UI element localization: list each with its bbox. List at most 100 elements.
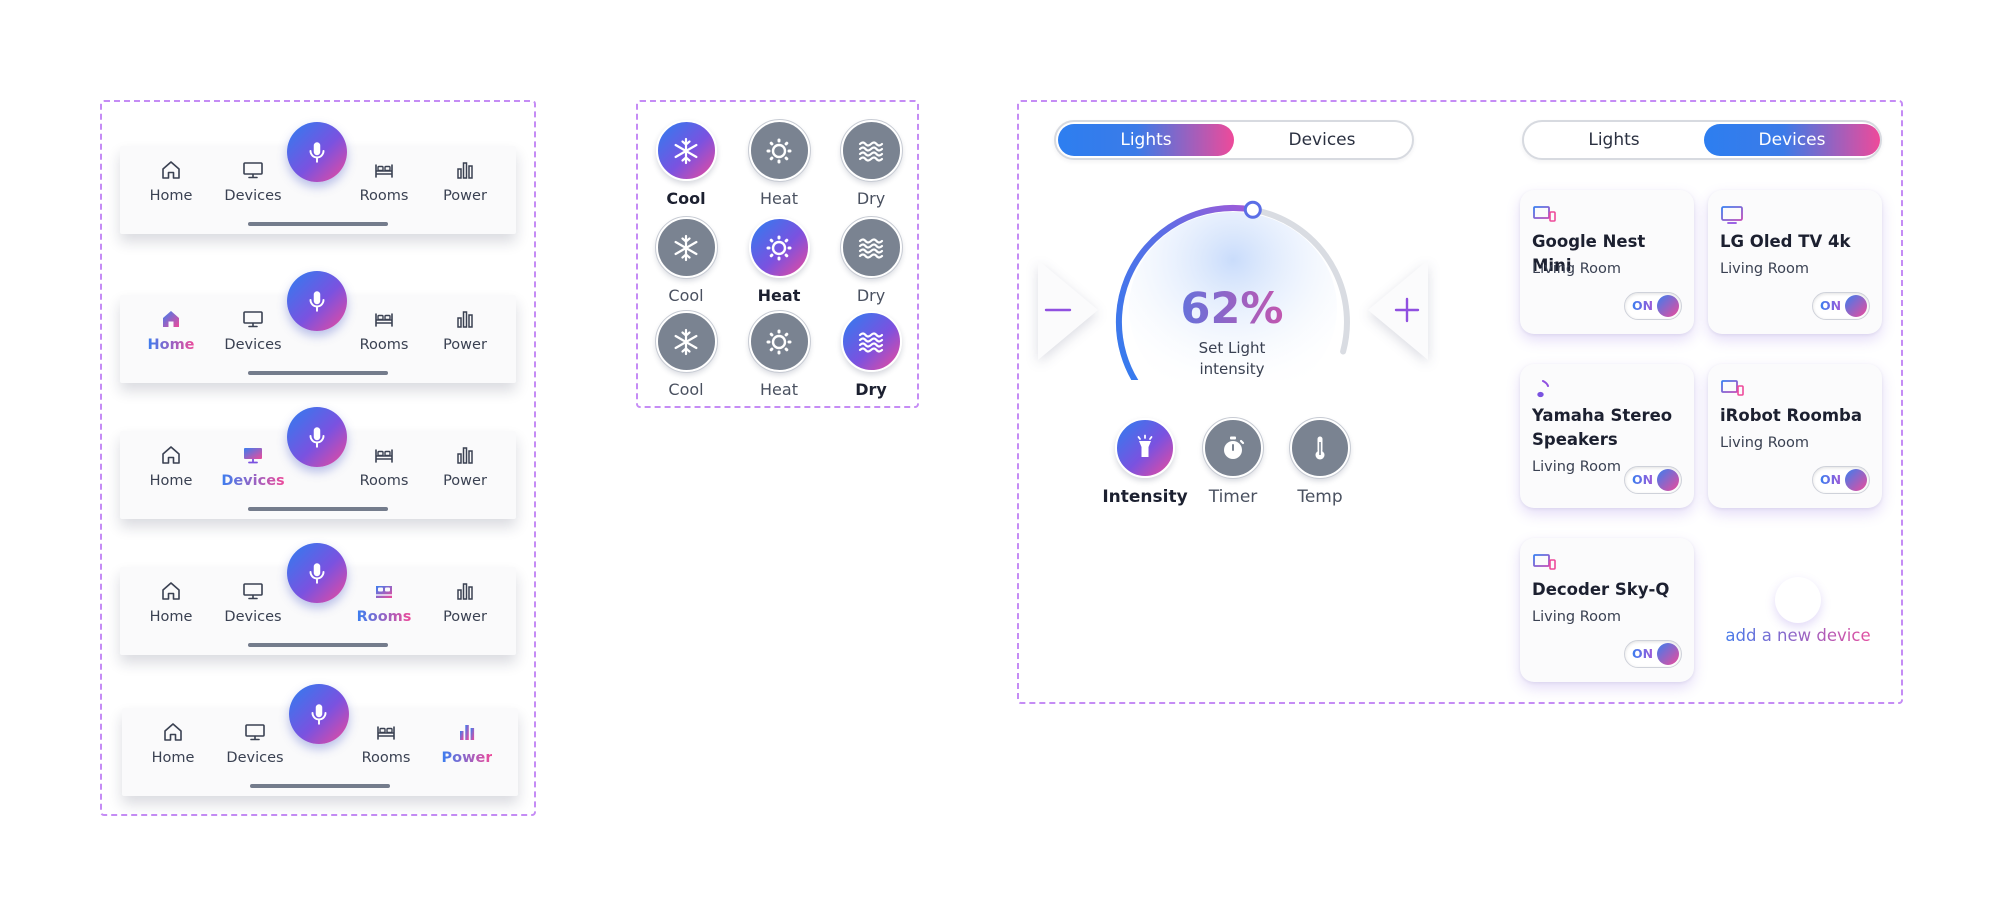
nav-label-home: Home xyxy=(151,750,195,766)
nav-label-devices: Devices xyxy=(224,609,282,625)
device-name: LG Oled TV 4k xyxy=(1720,232,1851,251)
home-indicator xyxy=(248,643,388,647)
nav-label-devices: Devices xyxy=(226,750,284,766)
device-name: Yamaha Stereo Speakers xyxy=(1532,406,1673,449)
toggle-knob xyxy=(1657,295,1679,317)
nav-item-rooms[interactable]: Rooms xyxy=(341,718,431,778)
stopwatch-icon xyxy=(1224,436,1245,459)
nav-label-home: Home xyxy=(149,609,193,625)
mode-dry[interactable]: Dry xyxy=(826,216,916,313)
nav-item-power[interactable]: Power xyxy=(420,156,510,216)
mode-label: Dry xyxy=(856,286,886,305)
toggle-knob xyxy=(1657,643,1679,665)
control-temp[interactable]: Temp xyxy=(1275,417,1365,508)
nav-label-devices: Devices xyxy=(221,473,285,489)
power-toggle[interactable]: ON xyxy=(1812,466,1870,494)
control-timer[interactable]: Timer xyxy=(1188,417,1278,508)
nav-item-home[interactable]: Home xyxy=(126,441,216,501)
nav-label-power: Power xyxy=(441,750,493,766)
tab-lights[interactable]: Lights xyxy=(1058,124,1234,156)
mode-cool[interactable]: Cool xyxy=(641,216,731,313)
home-icon xyxy=(163,311,179,327)
sun-icon xyxy=(766,235,792,260)
snowflake-icon xyxy=(674,328,698,355)
mode-label: Cool xyxy=(668,286,704,305)
device-card[interactable]: Decoder Sky-Q Living Room ON xyxy=(1520,538,1694,682)
nav-item-rooms[interactable]: Rooms xyxy=(339,305,429,365)
device-room: Living Room xyxy=(1532,459,1622,475)
home-indicator xyxy=(248,222,388,226)
toggle-label: ON xyxy=(1632,298,1654,313)
bar-chart-icon xyxy=(457,583,473,600)
tab-devices[interactable]: Devices xyxy=(1234,124,1410,156)
home-icon xyxy=(162,582,180,600)
mode-cool[interactable]: Cool xyxy=(641,120,731,216)
power-toggle[interactable]: ON xyxy=(1624,640,1682,668)
mode-dry[interactable]: Dry xyxy=(826,311,916,407)
dial-handle[interactable] xyxy=(1243,200,1262,219)
add-device-label[interactable]: add a new device xyxy=(1714,626,1882,646)
microphone-icon xyxy=(309,291,325,312)
control-intensity[interactable]: Intensity xyxy=(1100,418,1190,508)
home-indicator xyxy=(248,371,388,375)
add-device-button[interactable] xyxy=(1775,577,1821,623)
bed-icon xyxy=(377,726,395,740)
microphone-icon xyxy=(309,563,325,584)
device-card[interactable]: iRobot Roomba Living Room ON xyxy=(1708,364,1882,508)
nav-item-devices[interactable]: Devices xyxy=(208,305,298,365)
bottom-navbar: Home Devices Rooms Power xyxy=(120,407,516,519)
devices-icon xyxy=(1720,380,1744,396)
devices-icon xyxy=(1532,554,1556,570)
nav-item-devices[interactable]: Devices xyxy=(210,718,300,778)
nav-item-devices[interactable]: Devices xyxy=(208,156,298,216)
mode-heat[interactable]: Heat xyxy=(734,119,824,216)
toggle-knob xyxy=(1845,295,1867,317)
flashlight-icon xyxy=(1137,434,1153,457)
toggle-label: ON xyxy=(1632,646,1654,661)
plus-icon xyxy=(1786,588,1810,612)
nav-item-power[interactable]: Power xyxy=(420,577,510,637)
power-toggle[interactable]: ON xyxy=(1624,292,1682,320)
bottom-navbar: Home Devices Rooms Power xyxy=(120,271,516,383)
tab-devices[interactable]: Devices xyxy=(1704,124,1880,156)
power-toggle[interactable]: ON xyxy=(1624,466,1682,494)
monitor-icon xyxy=(243,311,263,328)
decrease-button[interactable] xyxy=(1036,258,1100,362)
nav-item-rooms[interactable]: Rooms xyxy=(339,156,429,216)
toggle-label: ON xyxy=(1820,472,1842,487)
mode-cool[interactable]: Cool xyxy=(641,310,731,407)
mode-label: Dry xyxy=(855,380,887,399)
control-label: Timer xyxy=(1208,487,1258,507)
tab-lights[interactable]: Lights xyxy=(1526,124,1702,156)
control-label: Temp xyxy=(1297,487,1343,507)
nav-item-home[interactable]: Home xyxy=(126,156,216,216)
nav-item-home[interactable]: Home xyxy=(126,305,216,365)
bed-icon xyxy=(376,586,392,598)
home-indicator xyxy=(250,784,390,788)
nav-item-home[interactable]: Home xyxy=(128,718,218,778)
mode-heat[interactable]: Heat xyxy=(734,310,824,407)
mode-dry[interactable]: Dry xyxy=(826,119,916,216)
nav-item-home[interactable]: Home xyxy=(126,577,216,637)
bottom-navbar: Home Devices Rooms Power xyxy=(120,543,516,655)
nav-item-power[interactable]: Power xyxy=(420,305,510,365)
nav-item-rooms[interactable]: Rooms xyxy=(339,577,429,637)
nav-item-devices[interactable]: Devices xyxy=(208,577,298,637)
device-room: Living Room xyxy=(1720,261,1810,277)
intensity-label: Set Light intensity xyxy=(1198,339,1266,378)
nav-item-power[interactable]: Power xyxy=(420,441,510,501)
nav-item-rooms[interactable]: Rooms xyxy=(339,441,429,501)
device-card[interactable]: LG Oled TV 4k Living Room ON xyxy=(1708,190,1882,334)
increase-button[interactable] xyxy=(1366,258,1430,362)
device-card[interactable]: Yamaha Stereo Speakers Living Room ON xyxy=(1520,364,1694,508)
mode-heat[interactable]: Heat xyxy=(734,217,824,313)
music-note-icon xyxy=(1537,380,1549,398)
nav-item-power[interactable]: Power xyxy=(422,718,512,778)
nav-item-devices[interactable]: Devices xyxy=(208,441,298,501)
power-toggle[interactable]: ON xyxy=(1812,292,1870,320)
home-icon xyxy=(162,161,180,179)
control-label: Intensity xyxy=(1102,487,1188,507)
nav-label-power: Power xyxy=(443,609,487,625)
device-card[interactable]: Google Nest Mini Living Room ON xyxy=(1520,190,1694,334)
nav-label-rooms: Rooms xyxy=(359,473,409,489)
